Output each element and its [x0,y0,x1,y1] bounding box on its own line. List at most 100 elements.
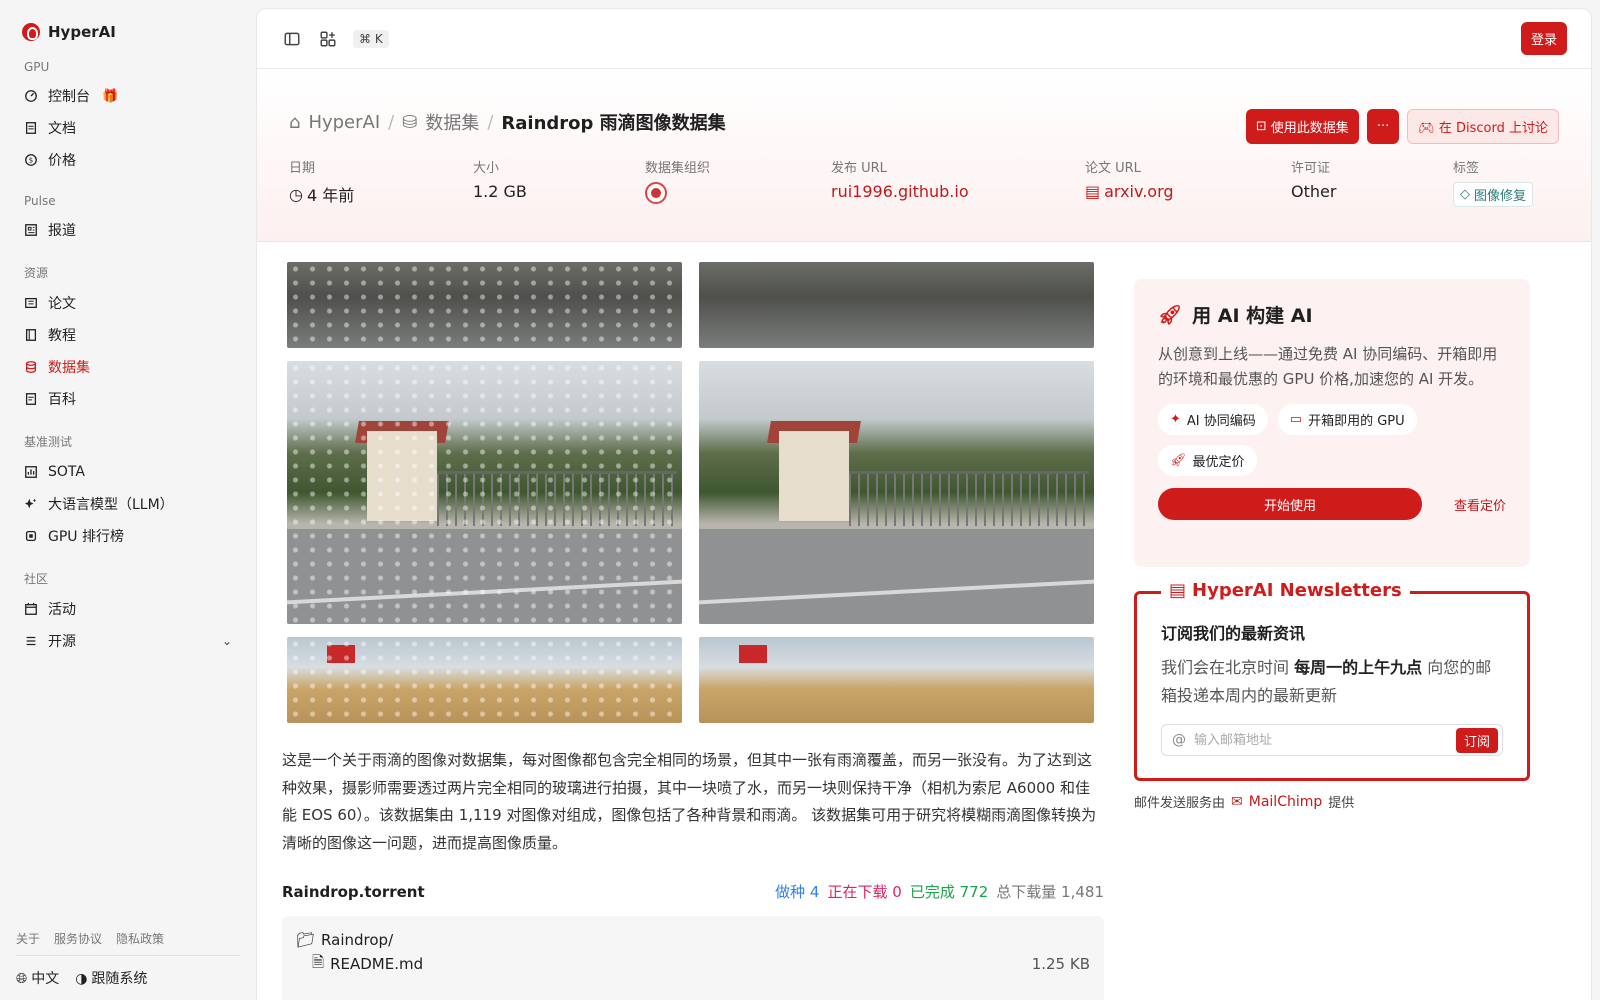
mailchimp-link[interactable]: MailChimp [1249,794,1323,810]
meta-org: 数据集组织 [645,157,831,207]
breadcrumb-datasets[interactable]: 数据集 [425,109,479,135]
release-url-link[interactable]: rui1996.github.io [831,182,1085,201]
sidebar-item-wiki[interactable]: 百科 [16,383,240,415]
seeding-count: 4 [809,883,820,901]
chip-icon [24,529,38,543]
database-icon [24,360,38,374]
sidebar-item-tutorials[interactable]: 教程 [16,319,240,351]
torrent-stats: 做种 4 正在下载 0 已完成 772 总下载量 1,481 [775,881,1104,902]
footer-link-about[interactable]: 关于 [16,930,40,947]
tag-text: 图像修复 [1474,189,1527,204]
start-button[interactable]: 开始使用 [1158,488,1422,520]
gatehouse-shape [779,431,849,521]
subscribe-button[interactable]: 订阅 [1455,727,1498,753]
sparkle-icon [24,497,38,511]
meta-tags-value: ◇ 图像修复 [1453,182,1534,207]
feature-label: 最优定价 [1192,455,1245,470]
theme-icon: ◑ [75,971,88,987]
date-text: 4 年前 [306,186,355,205]
raindrops-overlay [287,637,682,723]
total-label: 总下载量 [996,883,1057,901]
sidebar-item-news[interactable]: 报道 [16,214,240,246]
sidebar-item-datasets[interactable]: 数据集 [16,351,240,383]
paper-url-text: arxiv.org [1104,182,1174,201]
use-dataset-button[interactable]: ⊡ 使用此数据集 [1245,109,1359,144]
footer-links: 关于 服务协议 隐私政策 [16,930,240,956]
tag-icon: ◇ [1460,187,1470,202]
discord-icon: 🎮︎ [1418,121,1439,136]
paper-url-link[interactable]: ▤ arxiv.org [1085,182,1291,201]
breadcrumb-home[interactable]: HyperAI [308,112,380,133]
gate-shape [849,471,1089,526]
file-name: Raindrop/ [321,931,394,949]
section-label-pulse: Pulse [24,194,56,208]
sidebar-item-label: 报道 [48,223,76,239]
torrent-name[interactable]: Raindrop.torrent [282,883,425,901]
footer-link-privacy[interactable]: 隐私政策 [116,930,164,947]
file-row-folder[interactable]: 📁︎ Raindrop/ [296,928,1090,952]
sidebar-toggle-icon[interactable] [281,28,303,50]
apps-search-icon[interactable] [317,28,339,50]
more-button[interactable]: ··· [1366,109,1400,144]
discord-button[interactable]: 🎮︎ 在 Discord 上讨论 [1407,109,1559,144]
sidebar-item-label: 数据集 [48,360,90,376]
meta-paper-label: 论文 URL [1085,161,1141,176]
sidebar-item-label: SOTA [48,464,85,480]
section-label-resources: 资源 [24,266,49,280]
feature-label: 开箱即用的 GPU [1308,414,1405,429]
theme-label: 跟随系统 [91,971,148,987]
newsletter-form: @ 订阅 [1161,724,1503,756]
tag-chip[interactable]: ◇ 图像修复 [1453,182,1534,207]
sparkle-icon: ✦ [1170,412,1181,427]
at-icon: @ [1172,732,1186,748]
newsletter-title: 订阅我们的最新资讯 [1161,624,1306,643]
dataset-description: 这是一个关于雨滴的图像对数据集，每对图像都包含完全相同的场景，但其中一张有雨滴覆… [282,751,1097,852]
newsletter-legend: ▤ HyperAI Newsletters [1161,580,1410,601]
downloading-stat: 正在下载 0 [827,881,901,902]
file-icon: 🗎 [312,952,325,971]
sidebar-item-label: 论文 [48,296,76,312]
sidebar-item-sota[interactable]: SOTA [16,456,240,488]
sidebar-item-label: 开源 [48,634,76,650]
doc-icon [24,121,38,135]
meta-size: 大小 1.2 GB [473,157,645,207]
theme-switch[interactable]: ◑ 跟随系统 [75,968,147,988]
file-name: README.md [330,955,424,973]
wiki-icon [24,392,38,406]
sidebar-item-events[interactable]: 活动 [16,593,240,625]
meta-license-label: 许可证 [1291,161,1331,176]
footer-link-terms[interactable]: 服务协议 [54,930,102,947]
language-switch[interactable]: 🌐︎ 中文 [16,968,59,988]
meta-paper-url: 论文 URL ▤ arxiv.org [1085,157,1291,207]
brand[interactable]: HyperAI [16,18,240,46]
sidebar-item-llm[interactable]: 大语言模型（LLM） [16,488,240,520]
email-input[interactable] [1194,732,1448,748]
meta-date-label: 日期 [289,161,316,176]
dataset-header: ⌂ HyperAI / ⛁ 数据集 / Raindrop 雨滴图像数据集 ⊡ 使用… [257,69,1591,242]
promo-title-text: 用 AI 构建 AI [1192,305,1313,327]
login-button[interactable]: 登录 [1520,22,1567,55]
view-pricing-link[interactable]: 查看定价 [1454,495,1506,514]
sidebar-item-docs[interactable]: 文档 [16,112,240,144]
newsletter-legend-text: HyperAI Newsletters [1192,580,1402,601]
book-icon [24,328,38,342]
downloading-count: 0 [892,883,902,901]
feature-chip: ▭ 开箱即用的 GPU [1277,404,1417,435]
sample-image-clean [699,262,1094,348]
org-logo-icon[interactable] [645,182,667,204]
search-shortcut[interactable]: ⌘ K [353,29,389,48]
section-label-benchmarks: 基准测试 [24,435,73,449]
sidebar-item-gpu-leaderboard[interactable]: GPU 排行榜 [16,520,240,552]
sidebar-item-pricing[interactable]: $ 价格 [16,144,240,176]
sidebar-item-console[interactable]: 控制台 🎁 [16,80,240,112]
feature-chip: ✦ AI 协同编码 [1158,404,1268,435]
file-row[interactable]: 🗎 README.md 1.25 KB [296,952,1090,976]
sidebar-item-opensource[interactable]: 开源 ⌄ [16,625,240,657]
promo-description: 从创意到上线——通过免费 AI 协同编码、开箱即用的环境和最优惠的 GPU 价格… [1158,345,1498,388]
chevron-down-icon[interactable]: ⌄ [222,634,232,648]
sidebar-item-papers[interactable]: 论文 [16,287,240,319]
promo-card: 🚀︎ 用 AI 构建 AI 从创意到上线——通过免费 AI 协同编码、开箱即用的… [1134,279,1530,567]
server-icon: ▭ [1289,412,1303,427]
sidebar-item-label: 百科 [48,392,76,408]
completed-stat: 已完成 772 [910,881,988,902]
